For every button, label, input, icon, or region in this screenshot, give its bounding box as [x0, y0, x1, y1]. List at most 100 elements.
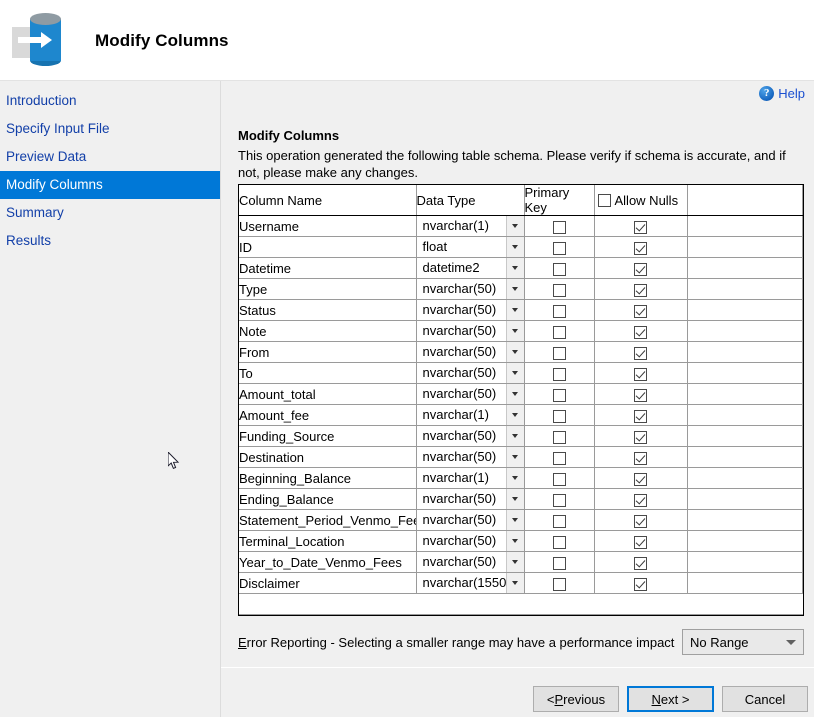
cell-data-type[interactable]: nvarchar(50) — [416, 426, 524, 447]
cell-data-type[interactable]: nvarchar(1550) — [416, 573, 524, 594]
allow-nulls-checkbox[interactable] — [634, 263, 647, 276]
cell-data-type[interactable]: nvarchar(50) — [416, 384, 524, 405]
allow-nulls-checkbox[interactable] — [634, 557, 647, 570]
cell-column-name[interactable]: To — [239, 363, 416, 384]
allow-nulls-checkbox[interactable] — [634, 242, 647, 255]
cell-data-type[interactable]: nvarchar(50) — [416, 552, 524, 573]
primary-key-checkbox[interactable] — [553, 431, 566, 444]
data-type-dropdown-button[interactable] — [506, 468, 524, 488]
data-type-dropdown-button[interactable] — [506, 300, 524, 320]
cell-column-name[interactable]: Username — [239, 216, 416, 237]
cell-column-name[interactable]: Datetime — [239, 258, 416, 279]
cell-column-name[interactable]: Statement_Period_Venmo_Fees — [239, 510, 416, 531]
sidebar-item-specify-input-file[interactable]: Specify Input File — [0, 115, 220, 143]
data-type-dropdown-button[interactable] — [506, 405, 524, 425]
cell-data-type[interactable]: nvarchar(50) — [416, 300, 524, 321]
sidebar-item-introduction[interactable]: Introduction — [0, 87, 220, 115]
allow-nulls-checkbox[interactable] — [634, 389, 647, 402]
primary-key-checkbox[interactable] — [553, 326, 566, 339]
data-type-dropdown-button[interactable] — [506, 237, 524, 257]
data-type-dropdown-button[interactable] — [506, 573, 524, 593]
data-type-dropdown-button[interactable] — [506, 342, 524, 362]
primary-key-checkbox[interactable] — [553, 347, 566, 360]
cell-data-type[interactable]: nvarchar(50) — [416, 279, 524, 300]
cell-column-name[interactable]: Ending_Balance — [239, 489, 416, 510]
cell-data-type[interactable]: nvarchar(50) — [416, 342, 524, 363]
cell-data-type[interactable]: nvarchar(1) — [416, 216, 524, 237]
primary-key-checkbox[interactable] — [553, 368, 566, 381]
cell-column-name[interactable]: From — [239, 342, 416, 363]
cell-column-name[interactable]: Type — [239, 279, 416, 300]
allow-nulls-checkbox[interactable] — [634, 515, 647, 528]
allow-nulls-checkbox[interactable] — [634, 326, 647, 339]
data-type-dropdown-button[interactable] — [506, 510, 524, 530]
cell-column-name[interactable]: Amount_fee — [239, 405, 416, 426]
cell-data-type[interactable]: nvarchar(50) — [416, 363, 524, 384]
primary-key-checkbox[interactable] — [553, 242, 566, 255]
data-type-dropdown-button[interactable] — [506, 552, 524, 572]
allow-nulls-checkbox[interactable] — [634, 305, 647, 318]
primary-key-checkbox[interactable] — [553, 494, 566, 507]
sidebar-item-modify-columns[interactable]: Modify Columns — [0, 171, 220, 199]
cell-data-type[interactable]: nvarchar(50) — [416, 489, 524, 510]
allow-nulls-checkbox[interactable] — [634, 473, 647, 486]
sidebar-item-preview-data[interactable]: Preview Data — [0, 143, 220, 171]
primary-key-checkbox[interactable] — [553, 263, 566, 276]
primary-key-checkbox[interactable] — [553, 410, 566, 423]
cell-column-name[interactable]: Funding_Source — [239, 426, 416, 447]
cell-column-name[interactable]: Destination — [239, 447, 416, 468]
cell-data-type[interactable]: nvarchar(50) — [416, 531, 524, 552]
primary-key-checkbox[interactable] — [553, 473, 566, 486]
allow-nulls-header-checkbox[interactable] — [598, 194, 611, 207]
allow-nulls-checkbox[interactable] — [634, 368, 647, 381]
cell-data-type[interactable]: nvarchar(1) — [416, 468, 524, 489]
data-type-dropdown-button[interactable] — [506, 531, 524, 551]
data-type-dropdown-button[interactable] — [506, 258, 524, 278]
primary-key-checkbox[interactable] — [553, 221, 566, 234]
cell-data-type[interactable]: float — [416, 237, 524, 258]
allow-nulls-checkbox[interactable] — [634, 536, 647, 549]
cell-column-name[interactable]: Status — [239, 300, 416, 321]
data-type-dropdown-button[interactable] — [506, 489, 524, 509]
cell-data-type[interactable]: datetime2 — [416, 258, 524, 279]
allow-nulls-checkbox[interactable] — [634, 221, 647, 234]
cell-data-type[interactable]: nvarchar(50) — [416, 510, 524, 531]
sidebar-item-results[interactable]: Results — [0, 227, 220, 255]
sidebar-item-summary[interactable]: Summary — [0, 199, 220, 227]
cell-column-name[interactable]: Note — [239, 321, 416, 342]
primary-key-checkbox[interactable] — [553, 389, 566, 402]
primary-key-checkbox[interactable] — [553, 284, 566, 297]
cell-column-name[interactable]: Disclaimer — [239, 573, 416, 594]
error-reporting-select[interactable]: No Range — [682, 629, 804, 655]
previous-button[interactable]: < Previous — [533, 686, 619, 712]
data-type-dropdown-button[interactable] — [506, 384, 524, 404]
cell-column-name[interactable]: Amount_total — [239, 384, 416, 405]
cell-column-name[interactable]: Year_to_Date_Venmo_Fees — [239, 552, 416, 573]
data-type-dropdown-button[interactable] — [506, 426, 524, 446]
data-type-dropdown-button[interactable] — [506, 279, 524, 299]
cell-data-type[interactable]: nvarchar(50) — [416, 321, 524, 342]
allow-nulls-checkbox[interactable] — [634, 431, 647, 444]
primary-key-checkbox[interactable] — [553, 578, 566, 591]
data-type-dropdown-button[interactable] — [506, 216, 524, 236]
primary-key-checkbox[interactable] — [553, 536, 566, 549]
data-type-dropdown-button[interactable] — [506, 447, 524, 467]
primary-key-checkbox[interactable] — [553, 305, 566, 318]
cell-column-name[interactable]: ID — [239, 237, 416, 258]
next-button[interactable]: Next > — [627, 686, 714, 712]
allow-nulls-checkbox[interactable] — [634, 410, 647, 423]
primary-key-checkbox[interactable] — [553, 452, 566, 465]
cell-column-name[interactable]: Terminal_Location — [239, 531, 416, 552]
cell-data-type[interactable]: nvarchar(50) — [416, 447, 524, 468]
data-type-dropdown-button[interactable] — [506, 321, 524, 341]
help-link[interactable]: ? Help — [759, 86, 805, 101]
primary-key-checkbox[interactable] — [553, 557, 566, 570]
allow-nulls-checkbox[interactable] — [634, 494, 647, 507]
data-type-dropdown-button[interactable] — [506, 363, 524, 383]
cell-column-name[interactable]: Beginning_Balance — [239, 468, 416, 489]
allow-nulls-checkbox[interactable] — [634, 452, 647, 465]
cell-data-type[interactable]: nvarchar(1) — [416, 405, 524, 426]
allow-nulls-checkbox[interactable] — [634, 347, 647, 360]
cancel-button[interactable]: Cancel — [722, 686, 808, 712]
allow-nulls-checkbox[interactable] — [634, 578, 647, 591]
